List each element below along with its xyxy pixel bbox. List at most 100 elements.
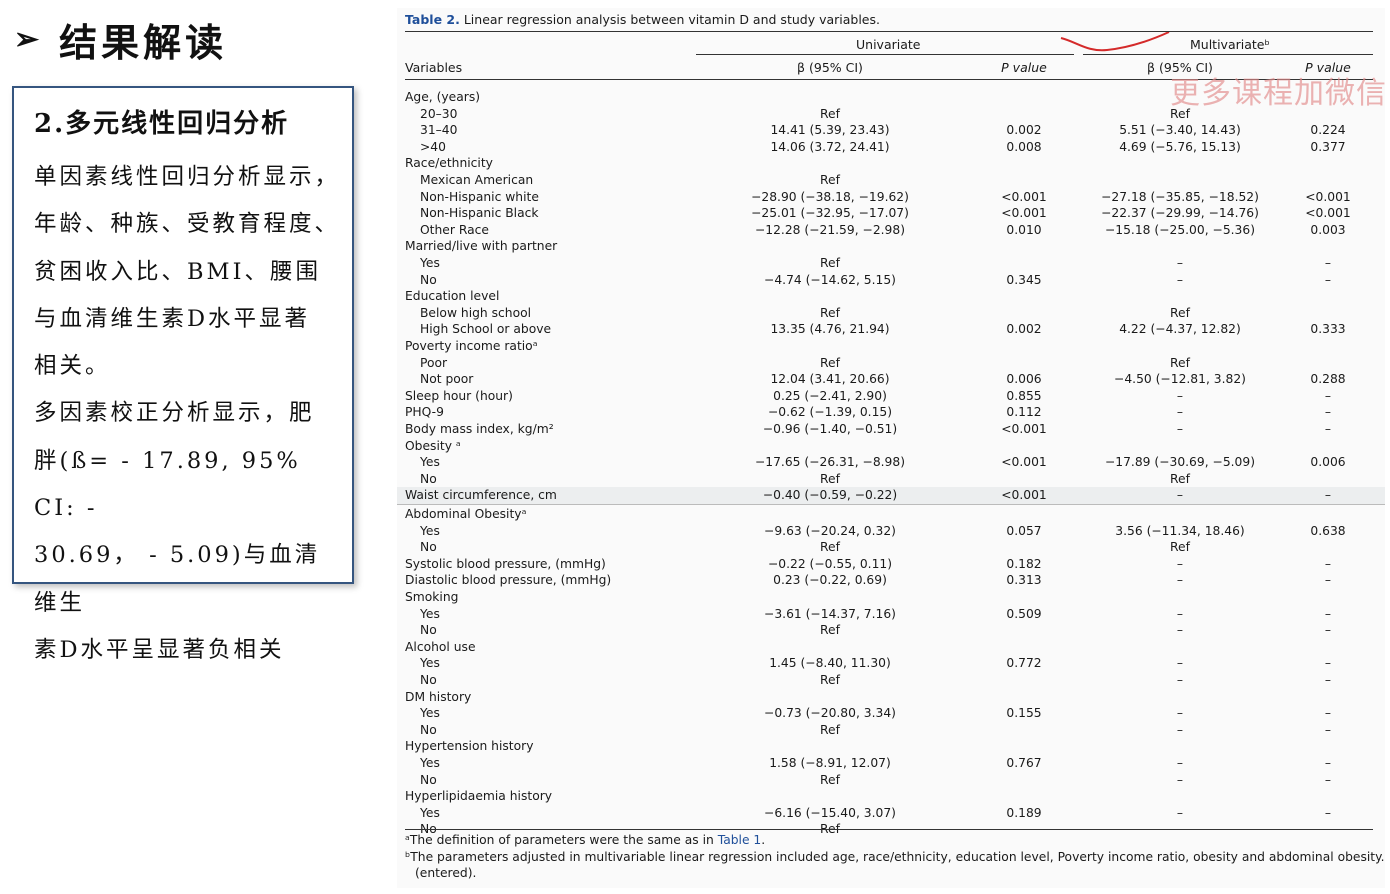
- cell-beta-univariate: Ref: [820, 471, 840, 486]
- table-row: No Ref – –: [397, 772, 1385, 789]
- table-row: Smoking: [397, 589, 1385, 606]
- cell-beta-multivariate: –: [1176, 656, 1184, 671]
- row-label: Yes: [420, 706, 440, 721]
- row-label: Yes: [420, 656, 440, 671]
- table-row: Obesity ᵃ: [397, 438, 1385, 455]
- row-label: Hypertension history: [405, 739, 534, 754]
- table-row: Mexican American Ref: [397, 172, 1385, 189]
- cell-beta-univariate: Ref: [820, 305, 840, 320]
- row-label: Sleep hour (hour): [405, 388, 513, 403]
- cell-p-univariate: 0.189: [1006, 805, 1042, 820]
- row-label: No: [420, 772, 437, 787]
- table-row: PHQ-9 −0.62 (−1.39, 0.15) 0.112 – –: [397, 404, 1385, 421]
- table-row: Below high school Ref Ref: [397, 305, 1385, 322]
- cell-beta-univariate: Ref: [820, 106, 840, 121]
- cell-beta-multivariate: –: [1176, 388, 1184, 403]
- table-row: Non-Hispanic white −28.90 (−38.18, −19.62…: [397, 189, 1385, 206]
- row-label: Not poor: [420, 372, 474, 387]
- row-label: 20–30: [420, 106, 458, 121]
- regression-table: Table 2. Linear regression analysis betw…: [397, 8, 1385, 888]
- cell-beta-multivariate: 3.56 (−11.34, 18.46): [1115, 523, 1245, 538]
- table-row: Non-Hispanic Black −25.01 (−32.95, −17.07…: [397, 205, 1385, 222]
- cell-beta-univariate: 1.58 (−8.91, 12.07): [769, 756, 891, 770]
- summary-line: 胖(ß= - 17.89, 95% CI: -: [34, 447, 301, 522]
- table-row: Poverty income ratioᵃ: [397, 338, 1385, 355]
- table1-link[interactable]: Table 1: [718, 833, 762, 847]
- cell-beta-univariate: Ref: [820, 623, 840, 638]
- row-label: Hyperlipidaemia history: [405, 789, 553, 804]
- row-label: >40: [420, 139, 446, 154]
- summary-line: 相关。: [34, 353, 111, 380]
- cell-beta-univariate: −25.01 (−32.95, −17.07): [751, 206, 909, 221]
- arrow-bullet-icon: ➢: [14, 21, 40, 57]
- row-label: Non-Hispanic white: [420, 189, 539, 204]
- table-row: Yes Ref – –: [397, 255, 1385, 272]
- cell-beta-univariate: Ref: [820, 722, 840, 737]
- row-label: No: [420, 623, 437, 638]
- cell-p-univariate: 0.313: [1006, 573, 1042, 588]
- cell-p-univariate: 0.155: [1006, 706, 1042, 721]
- table-row: Yes 1.45 (−8.40, 11.30) 0.772 – –: [397, 655, 1385, 672]
- cell-beta-univariate: 14.41 (5.39, 23.43): [770, 123, 890, 138]
- cell-p-univariate: 0.112: [1006, 405, 1042, 420]
- row-label: No: [420, 272, 437, 287]
- table-row: Not poor 12.04 (3.41, 20.66) 0.006 −4.50 (−…: [397, 371, 1385, 388]
- row-label: Yes: [420, 455, 440, 470]
- row-label: PHQ-9: [405, 405, 444, 420]
- summary-line: 多因素校正分析显示，肥: [34, 400, 315, 427]
- row-label: Yes: [420, 256, 440, 270]
- header-univariate: Univariate: [856, 37, 921, 52]
- table-row: Systolic blood pressure, (mmHg) −0.22 (−0…: [397, 556, 1385, 573]
- cell-beta-multivariate: −17.89 (−30.69, −5.09): [1104, 455, 1256, 470]
- row-label: Non-Hispanic Black: [420, 206, 539, 221]
- table-row: Yes −17.65 (−26.31, −8.98) <0.001 −17.89 (−…: [397, 454, 1385, 471]
- table-caption: Table 2. Linear regression analysis betw…: [405, 12, 880, 27]
- table-caption-text: Linear regression analysis between vitam…: [463, 12, 880, 27]
- table-row: Diastolic blood pressure, (mmHg) 0.23 (−0…: [397, 572, 1385, 589]
- table-row: DM history: [397, 689, 1385, 706]
- row-label: Yes: [420, 606, 440, 621]
- cell-p-multivariate: –: [1324, 256, 1332, 270]
- cell-beta-multivariate: –: [1176, 673, 1184, 687]
- cell-beta-univariate: Ref: [820, 772, 840, 787]
- cell-p-multivariate: 0.224: [1310, 123, 1346, 138]
- cell-beta-multivariate: Ref: [1170, 355, 1190, 370]
- table-row: Abdominal Obesityᵃ: [397, 506, 1385, 523]
- cell-beta-multivariate: –: [1176, 272, 1184, 287]
- footnote-a-suffix: .: [761, 833, 766, 847]
- cell-beta-multivariate: Ref: [1170, 471, 1190, 486]
- table-row: Poor Ref Ref: [397, 355, 1385, 372]
- row-label: Obesity ᵃ: [405, 438, 461, 453]
- header-variables: Variables: [405, 60, 463, 75]
- table-row: No Ref – –: [397, 722, 1385, 739]
- cell-beta-univariate: −0.62 (−1.39, 0.15): [767, 405, 893, 420]
- cell-beta-univariate: 14.06 (3.72, 24.41): [770, 139, 890, 154]
- cell-p-multivariate: –: [1324, 656, 1332, 671]
- cell-p-multivariate: –: [1324, 756, 1332, 770]
- row-label: Married/live with partner: [405, 239, 558, 254]
- table-row: Hyperlipidaemia history: [397, 788, 1385, 805]
- cell-p-multivariate: –: [1324, 405, 1332, 420]
- cell-p-multivariate: 0.288: [1310, 372, 1346, 387]
- cell-beta-univariate: 0.23 (−0.22, 0.69): [773, 573, 887, 588]
- cell-beta-univariate: −6.16 (−15.40, 3.07): [764, 805, 896, 820]
- table-row: High School or above 13.35 (4.76, 21.94) 0…: [397, 321, 1385, 338]
- summary-line: 贫困收入比、BMI、腰围: [34, 258, 321, 285]
- cell-p-multivariate: –: [1324, 623, 1332, 638]
- row-label: High School or above: [420, 322, 552, 337]
- summary-line: 与血清维生素D水平显著: [34, 305, 311, 332]
- cell-beta-univariate: Ref: [820, 355, 840, 370]
- cell-beta-multivariate: –: [1176, 556, 1184, 571]
- cell-beta-multivariate: –: [1176, 405, 1184, 420]
- cell-p-univariate: 0.509: [1006, 606, 1042, 621]
- table-row: No Ref Ref: [397, 471, 1385, 488]
- cell-p-multivariate: <0.001: [1305, 189, 1351, 204]
- cell-p-univariate: 0.006: [1006, 372, 1042, 387]
- row-label: Education level: [405, 289, 500, 304]
- cell-p-multivariate: –: [1324, 272, 1332, 287]
- univariate-rule: [696, 54, 1074, 55]
- section-divider: [397, 504, 1385, 505]
- cell-p-univariate: <0.001: [1001, 488, 1047, 503]
- cell-beta-univariate: −9.63 (−20.24, 0.32): [764, 523, 896, 538]
- cell-beta-multivariate: Ref: [1170, 540, 1190, 555]
